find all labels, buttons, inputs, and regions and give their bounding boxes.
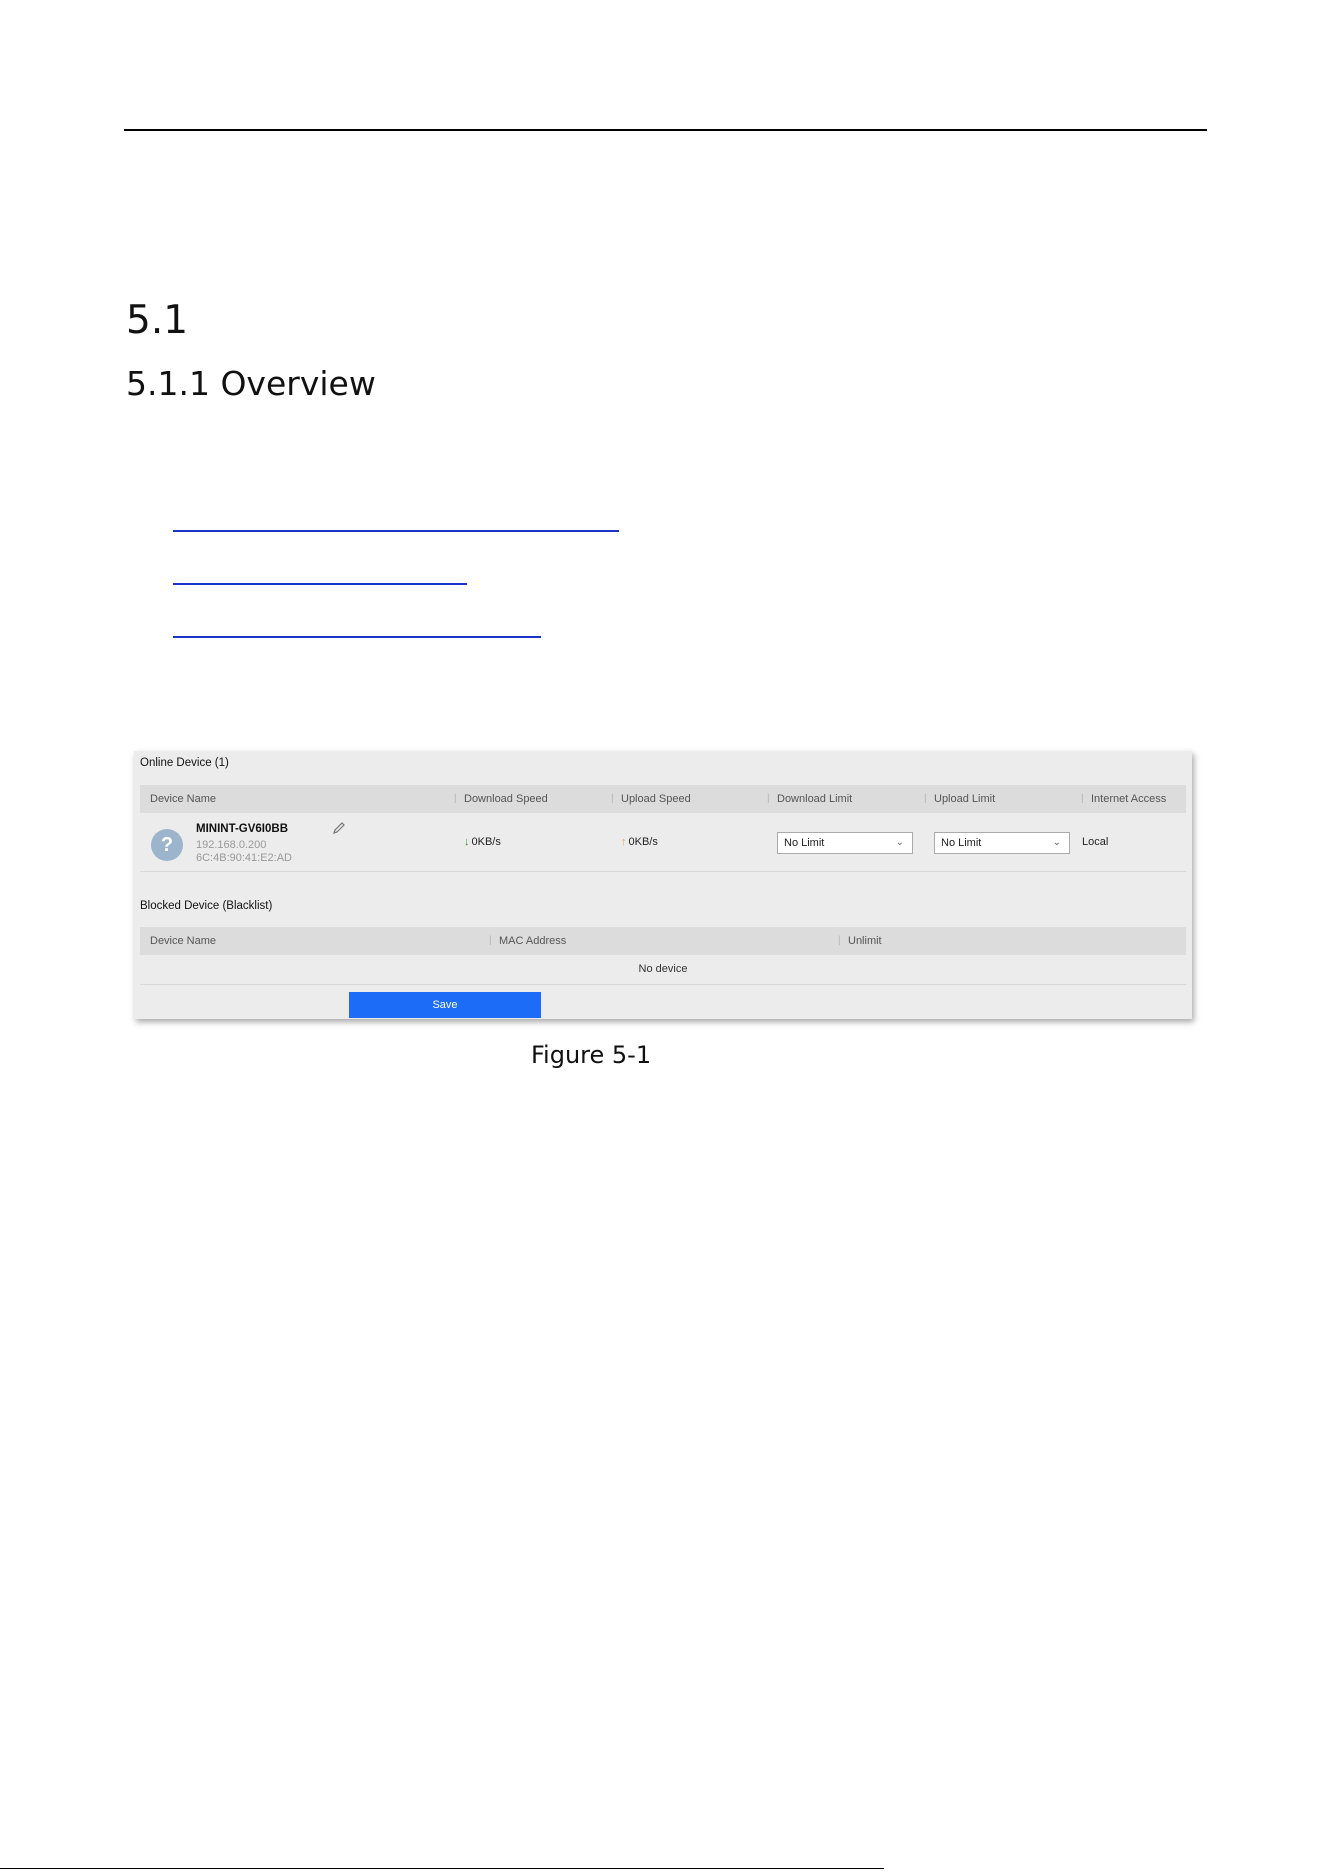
link-1[interactable] — [173, 530, 619, 532]
upload-speed: ↑ 0KB/s — [621, 836, 658, 848]
blocked-table-header: Device Name MAC Address Unlimit — [140, 927, 1186, 955]
link-2[interactable] — [173, 583, 467, 585]
device-ip: 192.168.0.200 — [196, 839, 267, 851]
figure-caption: Figure 5-1 — [531, 1041, 652, 1069]
device-management-screenshot: Online Device (1) Device Name Download S… — [134, 751, 1192, 1019]
download-limit-value: No Limit — [784, 837, 825, 849]
download-speed-value: 0KB/s — [471, 836, 501, 848]
save-button[interactable]: Save — [349, 992, 541, 1018]
upload-limit-select[interactable]: No Limit ⌄ — [934, 832, 1070, 854]
link-3[interactable] — [173, 636, 541, 638]
upload-speed-value: 0KB/s — [628, 836, 658, 848]
col-device-name: Device Name — [150, 935, 217, 947]
upload-limit-value: No Limit — [941, 837, 982, 849]
device-avatar-icon: ? — [151, 829, 183, 861]
chevron-down-icon: ⌄ — [895, 837, 904, 848]
col-internet-access: Internet Access — [1081, 793, 1166, 805]
col-download-limit: Download Limit — [767, 793, 852, 805]
footer-rule — [0, 1868, 884, 1869]
col-unlimit: Unlimit — [838, 935, 882, 947]
table-row: ? MININT-GV6I0BB 192.168.0.200 6C:4B:90:… — [140, 813, 1186, 872]
subsection-heading: 5.1.1 Overview — [126, 364, 376, 403]
internet-access-value: Local — [1082, 836, 1109, 848]
chevron-down-icon: ⌄ — [1052, 837, 1061, 848]
blocked-device-title: Blocked Device (Blacklist) — [140, 900, 273, 912]
download-speed: ↓ 0KB/s — [464, 836, 501, 848]
col-mac-address: MAC Address — [489, 935, 566, 947]
col-upload-limit: Upload Limit — [924, 793, 995, 805]
section-heading: 5.1 — [126, 298, 189, 343]
table-row: No device — [140, 955, 1186, 985]
online-table-header: Device Name Download Speed Upload Speed … — [140, 785, 1186, 813]
col-download-speed: Download Speed — [454, 793, 548, 805]
arrow-down-icon: ↓ — [464, 836, 470, 848]
arrow-up-icon: ↑ — [621, 836, 627, 848]
download-limit-select[interactable]: No Limit ⌄ — [777, 832, 913, 854]
device-mac: 6C:4B:90:41:E2:AD — [196, 852, 293, 864]
header-rule — [124, 129, 1207, 131]
empty-message: No device — [638, 963, 688, 975]
online-device-title: Online Device (1) — [140, 757, 229, 769]
pencil-icon[interactable] — [332, 821, 346, 835]
col-upload-speed: Upload Speed — [611, 793, 691, 805]
device-name: MININT-GV6I0BB — [196, 823, 289, 835]
col-device-name: Device Name — [150, 793, 217, 805]
